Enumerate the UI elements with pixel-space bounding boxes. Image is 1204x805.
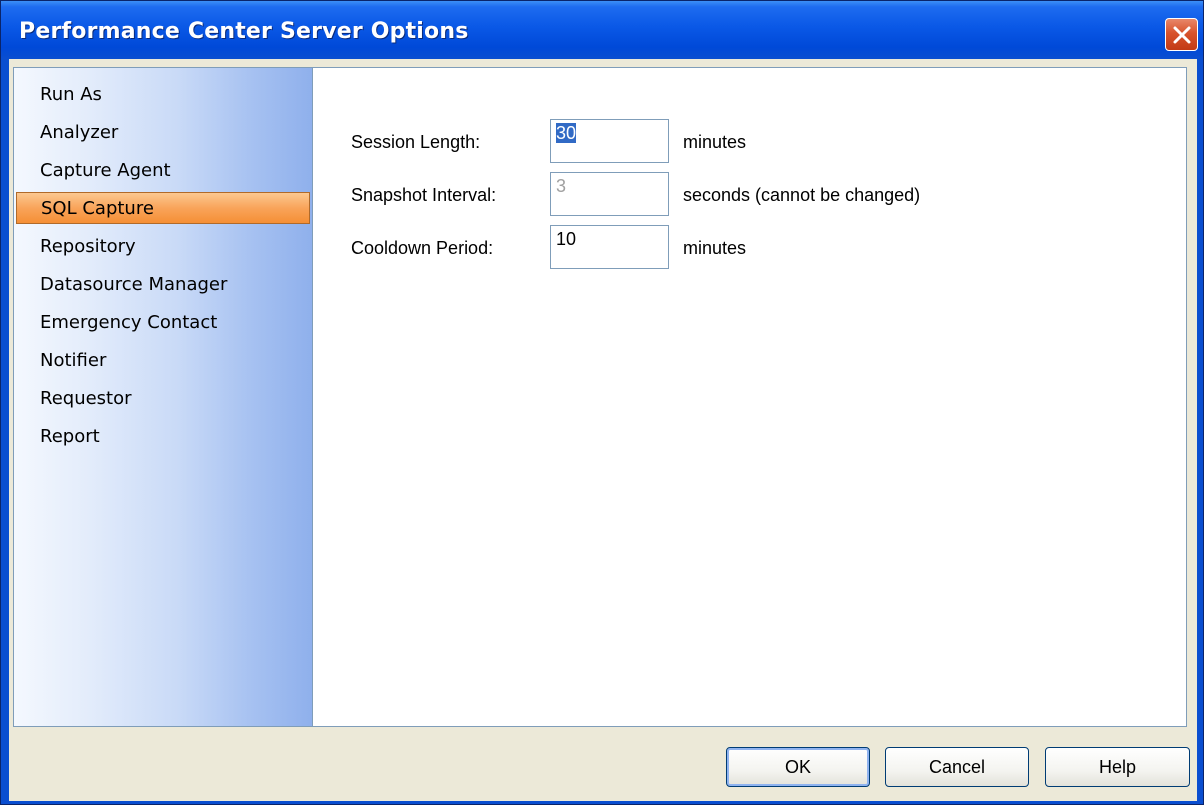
cooldown-period-unit: minutes [683,238,747,258]
sidebar-item-capture-agent[interactable]: Capture Agent [16,155,310,187]
snapshot-interval-unit: seconds (cannot be changed) [683,185,921,205]
dialog-body: Run As Analyzer Capture Agent SQL Captur… [9,59,1197,801]
window-frame-right [1197,59,1203,804]
cooldown-period-input[interactable]: 10 [550,225,669,269]
sidebar-item-notifier[interactable]: Notifier [16,345,310,377]
window-title: Performance Center Server Options [19,19,469,44]
snapshot-interval-input: 3 [550,172,669,216]
help-button[interactable]: Help [1045,747,1190,787]
cooldown-period-label: Cooldown Period: [351,238,494,258]
options-dialog: Performance Center Server Options Run As… [0,0,1204,805]
sidebar-item-requestor[interactable]: Requestor [16,383,310,415]
session-length-input[interactable]: 30 [550,119,669,163]
sql-capture-panel: Session Length: 30 minutes Snapshot Inte… [313,67,1187,727]
close-button[interactable] [1165,18,1198,51]
sidebar-item-analyzer[interactable]: Analyzer [16,117,310,149]
session-length-value: 30 [556,123,577,143]
close-icon [1173,26,1191,44]
sidebar-item-emergency-contact[interactable]: Emergency Contact [16,307,310,339]
sidebar-item-run-as[interactable]: Run As [16,79,310,111]
title-bar[interactable]: Performance Center Server Options [1,1,1203,59]
snapshot-interval-label: Snapshot Interval: [351,185,497,205]
window-frame-bottom [1,801,1203,804]
sidebar-item-datasource-manager[interactable]: Datasource Manager [16,269,310,301]
window-frame-left [1,59,9,804]
session-length-label: Session Length: [351,132,481,152]
options-sidebar: Run As Analyzer Capture Agent SQL Captur… [13,67,313,727]
session-length-unit: minutes [683,132,747,152]
cancel-button[interactable]: Cancel [885,747,1029,787]
ok-button[interactable]: OK [726,747,870,787]
sidebar-item-repository[interactable]: Repository [16,231,310,263]
sidebar-item-sql-capture[interactable]: SQL Capture [16,192,310,224]
sidebar-item-report[interactable]: Report [16,421,310,453]
